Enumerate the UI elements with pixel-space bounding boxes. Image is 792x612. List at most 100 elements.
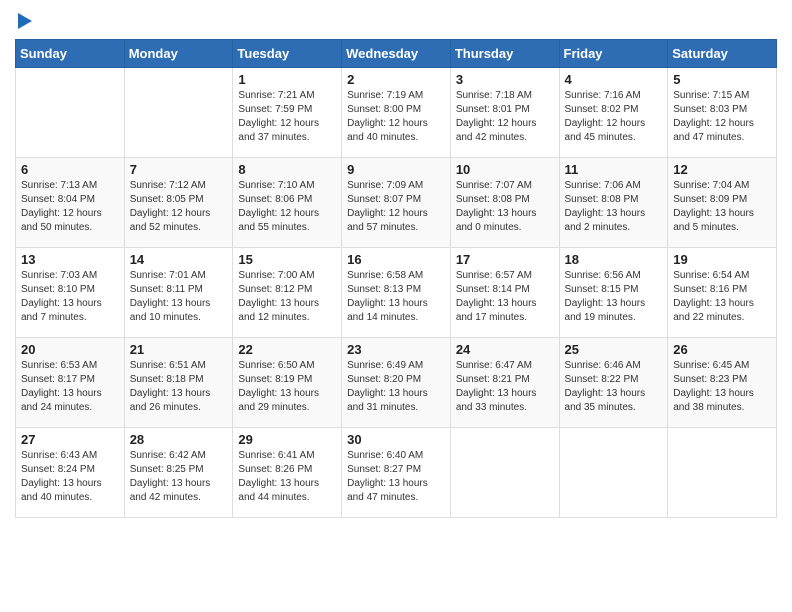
weekday-header-monday: Monday bbox=[124, 40, 233, 68]
calendar-cell: 19 Sunrise: 6:54 AM Sunset: 8:16 PM Dayli… bbox=[668, 248, 777, 338]
logo bbox=[15, 15, 32, 29]
day-info: Sunrise: 7:19 AM Sunset: 8:00 PM Dayligh… bbox=[347, 89, 445, 145]
day-info: Sunrise: 6:49 AM Sunset: 8:20 PM Dayligh… bbox=[347, 359, 445, 415]
day-info: Sunrise: 7:04 AM Sunset: 8:09 PM Dayligh… bbox=[673, 179, 771, 235]
week-row-4: 20 Sunrise: 6:53 AM Sunset: 8:17 PM Dayli… bbox=[16, 338, 777, 428]
calendar-cell: 5Sunrise: 7:15 AM Sunset: 8:03 PM Daylig… bbox=[668, 68, 777, 158]
day-info: Sunrise: 6:53 AM Sunset: 8:17 PM Dayligh… bbox=[21, 359, 119, 415]
weekday-header-sunday: Sunday bbox=[16, 40, 125, 68]
day-number: 30 bbox=[347, 432, 445, 447]
day-number: 3 bbox=[456, 72, 554, 87]
day-number: 13 bbox=[21, 252, 119, 267]
calendar-cell: 23 Sunrise: 6:49 AM Sunset: 8:20 PM Dayli… bbox=[342, 338, 451, 428]
day-number: 21 bbox=[130, 342, 228, 357]
calendar-cell: 1Sunrise: 7:21 AM Sunset: 7:59 PM Daylig… bbox=[233, 68, 342, 158]
calendar-cell: 22 Sunrise: 6:50 AM Sunset: 8:19 PM Dayli… bbox=[233, 338, 342, 428]
weekday-header-friday: Friday bbox=[559, 40, 668, 68]
calendar-cell: 21 Sunrise: 6:51 AM Sunset: 8:18 PM Dayli… bbox=[124, 338, 233, 428]
calendar-cell bbox=[559, 428, 668, 518]
calendar-cell: 11 Sunrise: 7:06 AM Sunset: 8:08 PM Dayli… bbox=[559, 158, 668, 248]
day-info: Sunrise: 7:01 AM Sunset: 8:11 PM Dayligh… bbox=[130, 269, 228, 325]
calendar-cell: 28 Sunrise: 6:42 AM Sunset: 8:25 PM Dayli… bbox=[124, 428, 233, 518]
week-row-3: 13 Sunrise: 7:03 AM Sunset: 8:10 PM Dayli… bbox=[16, 248, 777, 338]
logo-arrow-icon bbox=[18, 13, 32, 29]
week-row-1: 1Sunrise: 7:21 AM Sunset: 7:59 PM Daylig… bbox=[16, 68, 777, 158]
calendar-cell: 24 Sunrise: 6:47 AM Sunset: 8:21 PM Dayli… bbox=[450, 338, 559, 428]
day-number: 7 bbox=[130, 162, 228, 177]
day-number: 14 bbox=[130, 252, 228, 267]
day-number: 29 bbox=[238, 432, 336, 447]
day-number: 19 bbox=[673, 252, 771, 267]
day-number: 2 bbox=[347, 72, 445, 87]
weekday-header-row: SundayMondayTuesdayWednesdayThursdayFrid… bbox=[16, 40, 777, 68]
calendar-cell: 25 Sunrise: 6:46 AM Sunset: 8:22 PM Dayli… bbox=[559, 338, 668, 428]
weekday-header-tuesday: Tuesday bbox=[233, 40, 342, 68]
day-info: Sunrise: 7:03 AM Sunset: 8:10 PM Dayligh… bbox=[21, 269, 119, 325]
day-info: Sunrise: 6:56 AM Sunset: 8:15 PM Dayligh… bbox=[565, 269, 663, 325]
week-row-5: 27Sunrise: 6:43 AM Sunset: 8:24 PM Dayli… bbox=[16, 428, 777, 518]
day-info: Sunrise: 7:00 AM Sunset: 8:12 PM Dayligh… bbox=[238, 269, 336, 325]
day-info: Sunrise: 6:57 AM Sunset: 8:14 PM Dayligh… bbox=[456, 269, 554, 325]
calendar-cell: 6 Sunrise: 7:13 AM Sunset: 8:04 PM Daylig… bbox=[16, 158, 125, 248]
day-number: 1 bbox=[238, 72, 336, 87]
day-number: 22 bbox=[238, 342, 336, 357]
weekday-header-wednesday: Wednesday bbox=[342, 40, 451, 68]
day-number: 20 bbox=[21, 342, 119, 357]
day-info: Sunrise: 7:13 AM Sunset: 8:04 PM Dayligh… bbox=[21, 179, 119, 235]
calendar-cell: 30 Sunrise: 6:40 AM Sunset: 8:27 PM Dayli… bbox=[342, 428, 451, 518]
calendar-cell: 17Sunrise: 6:57 AM Sunset: 8:14 PM Dayli… bbox=[450, 248, 559, 338]
day-info: Sunrise: 6:46 AM Sunset: 8:22 PM Dayligh… bbox=[565, 359, 663, 415]
day-info: Sunrise: 6:40 AM Sunset: 8:27 PM Dayligh… bbox=[347, 449, 445, 505]
week-row-2: 6 Sunrise: 7:13 AM Sunset: 8:04 PM Daylig… bbox=[16, 158, 777, 248]
day-info: Sunrise: 7:12 AM Sunset: 8:05 PM Dayligh… bbox=[130, 179, 228, 235]
calendar-cell: 26 Sunrise: 6:45 AM Sunset: 8:23 PM Dayli… bbox=[668, 338, 777, 428]
day-info: Sunrise: 6:47 AM Sunset: 8:21 PM Dayligh… bbox=[456, 359, 554, 415]
day-info: Sunrise: 7:07 AM Sunset: 8:08 PM Dayligh… bbox=[456, 179, 554, 235]
day-number: 18 bbox=[565, 252, 663, 267]
calendar-cell bbox=[668, 428, 777, 518]
calendar-cell: 29 Sunrise: 6:41 AM Sunset: 8:26 PM Dayli… bbox=[233, 428, 342, 518]
calendar-cell: 12Sunrise: 7:04 AM Sunset: 8:09 PM Dayli… bbox=[668, 158, 777, 248]
day-info: Sunrise: 6:41 AM Sunset: 8:26 PM Dayligh… bbox=[238, 449, 336, 505]
calendar-cell bbox=[16, 68, 125, 158]
calendar-cell: 16 Sunrise: 6:58 AM Sunset: 8:13 PM Dayli… bbox=[342, 248, 451, 338]
calendar-cell: 27Sunrise: 6:43 AM Sunset: 8:24 PM Dayli… bbox=[16, 428, 125, 518]
calendar-cell: 15 Sunrise: 7:00 AM Sunset: 8:12 PM Dayli… bbox=[233, 248, 342, 338]
calendar-cell: 2 Sunrise: 7:19 AM Sunset: 8:00 PM Daylig… bbox=[342, 68, 451, 158]
weekday-header-saturday: Saturday bbox=[668, 40, 777, 68]
day-number: 25 bbox=[565, 342, 663, 357]
weekday-header-thursday: Thursday bbox=[450, 40, 559, 68]
day-number: 10 bbox=[456, 162, 554, 177]
day-number: 24 bbox=[456, 342, 554, 357]
day-number: 27 bbox=[21, 432, 119, 447]
day-info: Sunrise: 6:50 AM Sunset: 8:19 PM Dayligh… bbox=[238, 359, 336, 415]
day-info: Sunrise: 7:15 AM Sunset: 8:03 PM Dayligh… bbox=[673, 89, 771, 145]
day-number: 8 bbox=[238, 162, 336, 177]
day-number: 11 bbox=[565, 162, 663, 177]
calendar-cell: 14 Sunrise: 7:01 AM Sunset: 8:11 PM Dayli… bbox=[124, 248, 233, 338]
day-number: 4 bbox=[565, 72, 663, 87]
day-info: Sunrise: 6:51 AM Sunset: 8:18 PM Dayligh… bbox=[130, 359, 228, 415]
day-number: 23 bbox=[347, 342, 445, 357]
page-header bbox=[15, 15, 777, 29]
day-info: Sunrise: 7:16 AM Sunset: 8:02 PM Dayligh… bbox=[565, 89, 663, 145]
day-info: Sunrise: 6:42 AM Sunset: 8:25 PM Dayligh… bbox=[130, 449, 228, 505]
day-number: 26 bbox=[673, 342, 771, 357]
day-info: Sunrise: 6:45 AM Sunset: 8:23 PM Dayligh… bbox=[673, 359, 771, 415]
calendar-cell: 10 Sunrise: 7:07 AM Sunset: 8:08 PM Dayli… bbox=[450, 158, 559, 248]
calendar-cell bbox=[124, 68, 233, 158]
day-number: 6 bbox=[21, 162, 119, 177]
day-info: Sunrise: 6:58 AM Sunset: 8:13 PM Dayligh… bbox=[347, 269, 445, 325]
day-info: Sunrise: 7:18 AM Sunset: 8:01 PM Dayligh… bbox=[456, 89, 554, 145]
day-number: 16 bbox=[347, 252, 445, 267]
calendar-cell: 7 Sunrise: 7:12 AM Sunset: 8:05 PM Daylig… bbox=[124, 158, 233, 248]
day-info: Sunrise: 7:06 AM Sunset: 8:08 PM Dayligh… bbox=[565, 179, 663, 235]
day-number: 28 bbox=[130, 432, 228, 447]
calendar-cell: 20 Sunrise: 6:53 AM Sunset: 8:17 PM Dayli… bbox=[16, 338, 125, 428]
day-info: Sunrise: 7:10 AM Sunset: 8:06 PM Dayligh… bbox=[238, 179, 336, 235]
calendar-cell: 8 Sunrise: 7:10 AM Sunset: 8:06 PM Daylig… bbox=[233, 158, 342, 248]
day-info: Sunrise: 7:09 AM Sunset: 8:07 PM Dayligh… bbox=[347, 179, 445, 235]
day-number: 15 bbox=[238, 252, 336, 267]
day-info: Sunrise: 6:54 AM Sunset: 8:16 PM Dayligh… bbox=[673, 269, 771, 325]
calendar-cell: 9Sunrise: 7:09 AM Sunset: 8:07 PM Daylig… bbox=[342, 158, 451, 248]
